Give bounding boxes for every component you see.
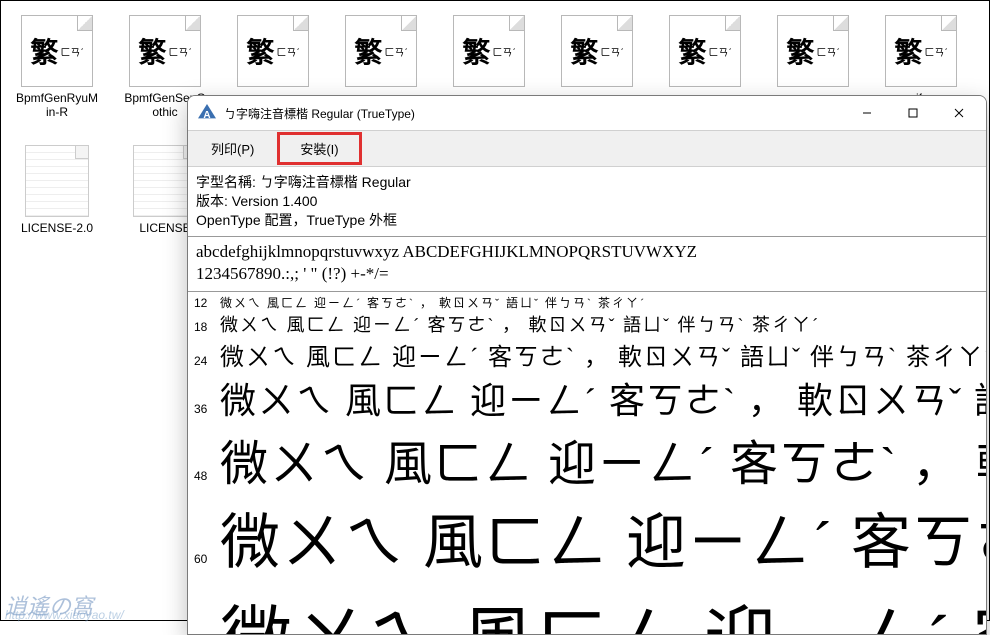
sample-36: 微ㄨㄟ 風ㄈㄥ 迎ㄧㄥˊ 客ㄎㄜˋ ， 軟ㄖㄨㄢˇ 語ㄩˇ 伴ㄅㄢˋ 茶ㄔㄚˊ <box>220 372 986 424</box>
sample-60: 微ㄨㄟ 風ㄈㄥ 迎ㄧㄥˊ 客ㄎㄜˋ ， 軟ㄖㄨㄢˇ 語 <box>220 494 986 581</box>
text-file-item[interactable]: LICENSE-2.0 <box>15 141 99 235</box>
file-label: LICENSE-2.0 <box>21 221 93 235</box>
print-button[interactable]: 列印(P) <box>190 134 275 163</box>
font-file-icon: 繁 ㄈㄢˊ <box>21 15 93 87</box>
size-label-60: 60 <box>194 552 220 566</box>
text-file-icon <box>25 145 89 217</box>
font-app-icon <box>198 104 216 122</box>
sample-48: 微ㄨㄟ 風ㄈㄥ 迎ㄧㄥˊ 客ㄎㄜˋ ， 軟ㄖㄨㄢˇ 語ㄩˇ 伴ㄅㄢˋ <box>220 424 986 494</box>
size-label-12: 12 <box>194 296 220 310</box>
font-version: 版本: Version 1.400 <box>196 192 978 211</box>
sample-18: 微ㄨㄟ 風ㄈㄥ 迎ㄧㄥˊ 客ㄎㄜˋ ， 軟ㄖㄨㄢˇ 語ㄩˇ 伴ㄅㄢˋ 茶ㄔㄚˊ <box>220 311 820 337</box>
font-metadata: 字型名稱: ㄅ字嗨注音標楷 Regular 版本: Version 1.400 … <box>188 167 986 237</box>
watermark-url: http://www.xiaoyao.tw/ <box>5 608 124 622</box>
ascii-line2: 1234567890.:,; ' " (!?) +-*/= <box>196 263 978 285</box>
toolbar: 列印(P) 安裝(I) <box>188 130 986 167</box>
window-title: ㄅ字嗨注音標楷 Regular (TrueType) <box>224 105 844 122</box>
sample-12: 微ㄨㄟ 風ㄈㄥ 迎ㄧㄥˊ 客ㄎㄜˋ ， 軟ㄖㄨㄢˇ 語ㄩˇ 伴ㄅㄢˋ 茶ㄔㄚˊ <box>220 294 646 311</box>
install-button[interactable]: 安裝(I) <box>279 134 359 163</box>
font-icon-small-glyph: ㄈㄢˊ <box>60 44 83 59</box>
ascii-line1: abcdefghijklmnopqrstuvwxyz ABCDEFGHIJKLM… <box>196 241 978 263</box>
font-icon-big-glyph: 繁 <box>30 31 58 71</box>
font-preview-area: 12 微ㄨㄟ 風ㄈㄥ 迎ㄧㄥˊ 客ㄎㄜˋ ， 軟ㄖㄨㄢˇ 語ㄩˇ 伴ㄅㄢˋ 茶ㄔ… <box>188 292 986 634</box>
font-viewer-window: ㄅ字嗨注音標楷 Regular (TrueType) 列印(P) 安裝(I) 字… <box>187 95 987 635</box>
font-name: 字型名稱: ㄅ字嗨注音標楷 Regular <box>196 173 978 192</box>
size-label-18: 18 <box>194 320 220 334</box>
minimize-button[interactable] <box>844 97 890 129</box>
close-button[interactable] <box>936 97 982 129</box>
font-file-icon: 繁 ㄈㄢˊ <box>129 15 201 87</box>
font-format: OpenType 配置，TrueType 外框 <box>196 211 978 230</box>
file-label: LICENSE <box>139 221 190 235</box>
maximize-button[interactable] <box>890 97 936 129</box>
sample-72: 微ㄨㄟ 風ㄈㄥ 迎ㄧㄥˊ 客ㄎㄜˋ ， 軟 <box>220 581 986 634</box>
size-label-48: 48 <box>194 469 220 483</box>
titlebar[interactable]: ㄅ字嗨注音標楷 Regular (TrueType) <box>188 96 986 130</box>
font-file-item[interactable]: 繁 ㄈㄢˊ BpmfGenRyuMin-R <box>15 15 99 120</box>
size-label-24: 24 <box>194 354 220 368</box>
ascii-sample: abcdefghijklmnopqrstuvwxyz ABCDEFGHIJKLM… <box>188 237 986 292</box>
file-label: BpmfGenRyuMin-R <box>15 91 99 120</box>
size-label-36: 36 <box>194 402 220 416</box>
sample-24: 微ㄨㄟ 風ㄈㄥ 迎ㄧㄥˊ 客ㄎㄜˋ ， 軟ㄖㄨㄢˇ 語ㄩˇ 伴ㄅㄢˋ 茶ㄔㄚˊ <box>220 337 986 372</box>
